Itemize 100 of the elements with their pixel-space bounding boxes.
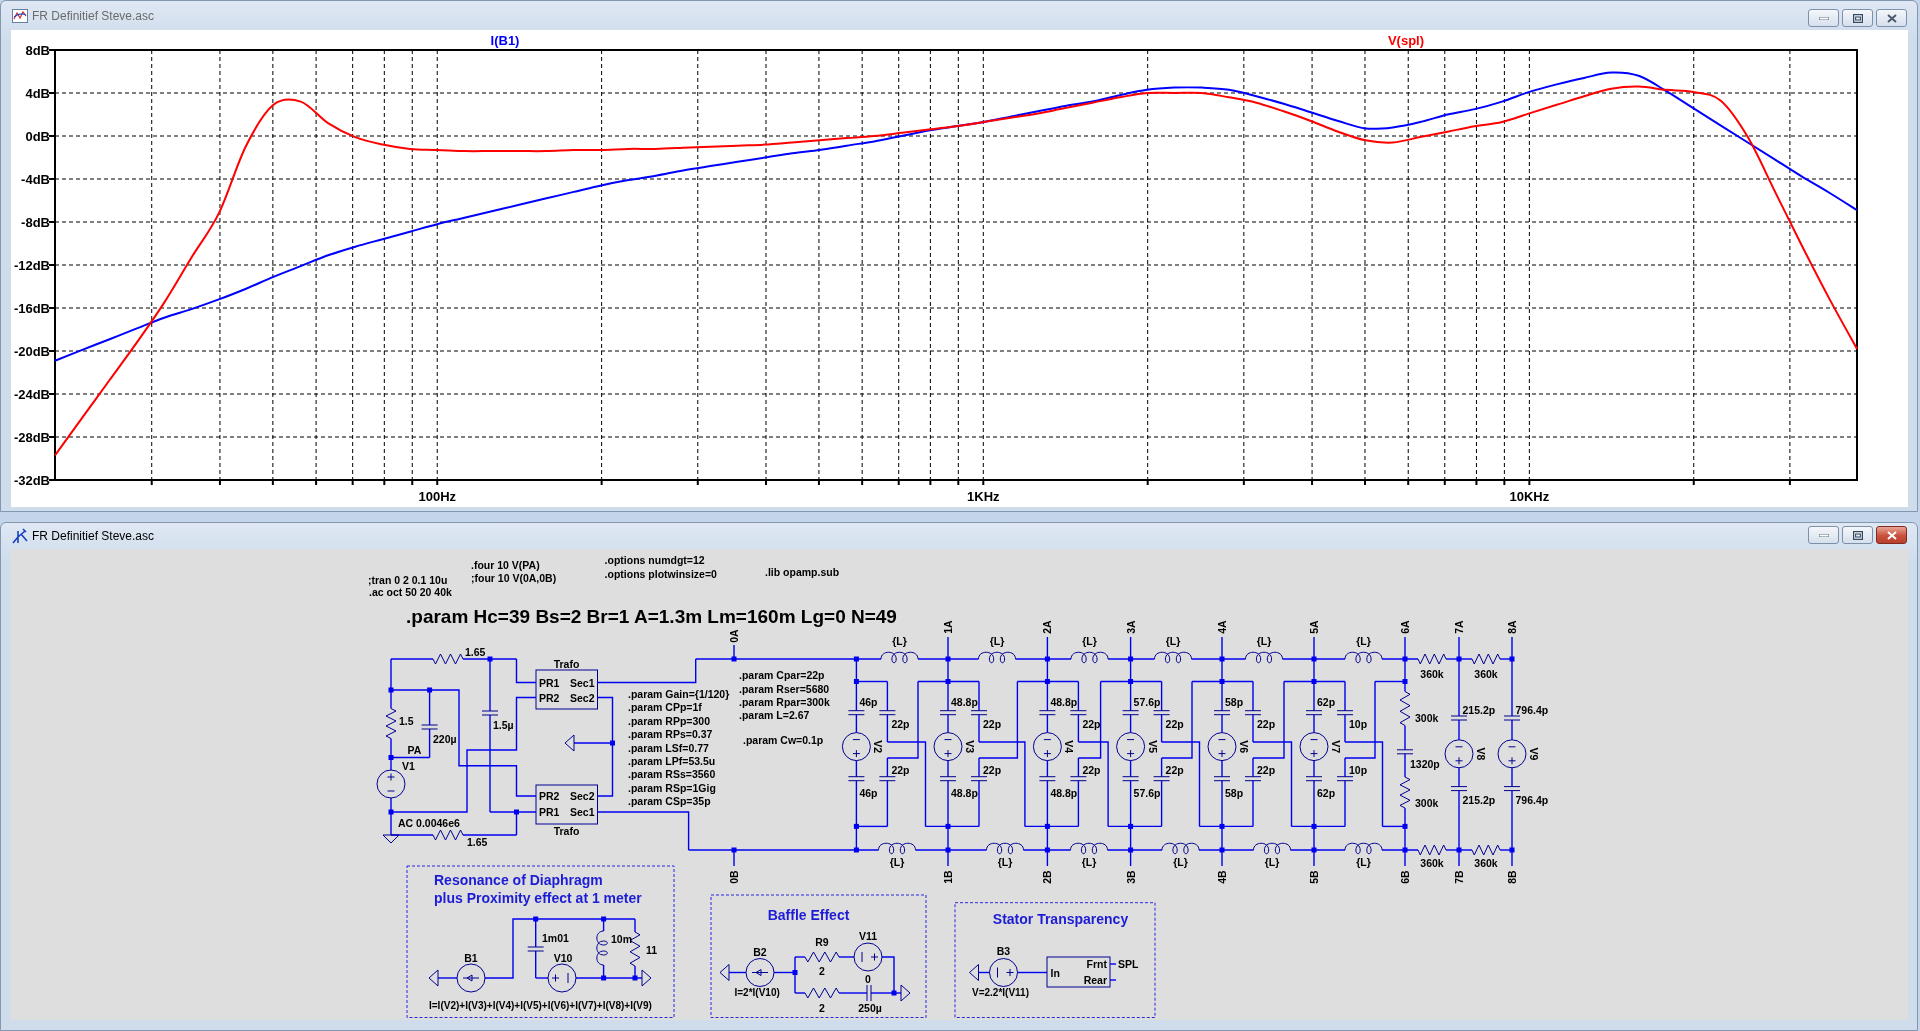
close-button[interactable]: [1876, 526, 1907, 544]
axis-tick-label: 1KHz: [967, 488, 1000, 504]
component-value: 22p: [1082, 763, 1101, 776]
capacitor-icon: [421, 724, 439, 730]
component-value: 11: [646, 944, 658, 956]
component-name: Trafo: [553, 825, 580, 837]
capacitor-icon: [970, 776, 988, 782]
capacitor-icon: [481, 710, 499, 716]
inductor-icon: [878, 842, 916, 855]
pin-label: Sec2: [569, 790, 595, 802]
wire: [1016, 971, 1048, 974]
node-label: 3B: [1124, 870, 1137, 884]
capacitor-icon: [1213, 776, 1231, 782]
spice-directive: ;four 10 V(0A,0B): [471, 571, 557, 584]
node-label: 5A: [1308, 620, 1320, 634]
component-value: 250µ: [858, 1002, 882, 1014]
component-value: 215.2p: [1462, 703, 1496, 716]
component-value: 360k: [1420, 857, 1444, 869]
node-label: 8B: [1506, 870, 1518, 884]
wire: [1129, 759, 1132, 778]
restore-button[interactable]: [1842, 9, 1873, 27]
close-icon: [1886, 530, 1897, 540]
resistor-icon: [1471, 653, 1501, 665]
voltage-source-icon: [1207, 732, 1237, 762]
component-value: 300k: [1415, 796, 1439, 809]
spice-directive: .param Rpar=300k: [739, 695, 830, 708]
component-name: V5: [1146, 740, 1159, 753]
component-name: V4: [1063, 740, 1076, 753]
component-value: 48.8p: [951, 787, 978, 799]
node-label: 6A: [1399, 620, 1411, 634]
resistor-icon: [385, 708, 397, 739]
pin-label: Rear: [1083, 974, 1107, 986]
inductor-icon: [1344, 651, 1383, 664]
window-title: FR Definitief Steve.asc: [32, 8, 155, 23]
inductor-icon: [1070, 842, 1108, 855]
capacitor-icon: [939, 710, 957, 716]
spice-directive: .param RSs=3560: [628, 768, 716, 781]
axis-tick-label: -24dB: [13, 386, 50, 402]
component-value: 57.6p: [1133, 787, 1161, 799]
close-icon: [1886, 13, 1897, 23]
wire: [977, 971, 991, 974]
axis-tick-label: 4dB: [25, 85, 50, 101]
component-value: {L}: [1256, 635, 1272, 647]
voltage-source-icon: [853, 942, 883, 972]
current-source-icon: [745, 958, 775, 987]
capacitor-icon: [1213, 710, 1231, 716]
component-value: 0: [865, 972, 871, 985]
component-value: 22p: [891, 718, 910, 730]
voltage-source-icon: [841, 732, 871, 762]
restore-button[interactable]: [1842, 526, 1873, 544]
node-label: 4B: [1216, 870, 1228, 884]
component-name: R9: [815, 936, 829, 948]
capacitor-icon: [1122, 776, 1140, 782]
component-value: 1.65: [465, 646, 486, 658]
inductor-icon: [1344, 842, 1383, 855]
spice-directive: .options numdgt=12: [604, 554, 705, 567]
restore-icon: [1852, 530, 1863, 540]
voltage-source-icon: [547, 963, 577, 993]
spice-directive: .ac oct 50 20 40k: [369, 585, 452, 598]
component-name: V3: [964, 740, 976, 753]
trace-label: I(B1): [490, 32, 520, 48]
axis-tick-label: -28dB: [13, 429, 50, 445]
voltage-source-icon: [376, 769, 406, 799]
component-name: B2: [753, 946, 767, 958]
component-name: V6: [1238, 740, 1250, 753]
comment-title: Stator Transparency: [992, 911, 1129, 927]
close-button[interactable]: [1876, 9, 1907, 27]
axis-tick-label: 10KHz: [1509, 488, 1550, 504]
component-value: 22p: [983, 763, 1002, 776]
wire: [855, 759, 858, 778]
wire: [728, 971, 747, 974]
component-value: 22p: [1165, 763, 1184, 776]
node-label: 7A: [1453, 620, 1465, 634]
spice-directive: .param RSp=1Gig: [628, 781, 716, 794]
capacitor-icon: [1244, 776, 1262, 782]
spice-directive: .param Cpar=22p: [739, 668, 825, 681]
component-value: 62p: [1317, 787, 1336, 799]
pin-label: PR1: [539, 676, 560, 689]
wire: [947, 759, 949, 778]
wire: [1313, 759, 1315, 778]
voltage-source-icon: [1299, 732, 1329, 762]
axis-tick-label: 100Hz: [418, 488, 457, 504]
capacitor-icon: [527, 946, 545, 952]
resistor-icon: [432, 653, 464, 665]
ground-icon: [900, 984, 911, 1002]
node-label: 1A: [942, 620, 954, 634]
inductor-icon: [1161, 842, 1200, 855]
component-name: V7: [1330, 740, 1342, 753]
pin-label: Sec1: [569, 806, 595, 818]
pin-label: Frnt: [1086, 958, 1107, 970]
window-title: FR Definitief Steve.asc: [32, 529, 155, 543]
transformer-block: [535, 784, 598, 825]
wire: [838, 956, 855, 958]
component-value: 10p: [1349, 763, 1368, 776]
component-value: 360k: [1474, 857, 1498, 869]
component-value: {L}: [889, 856, 905, 868]
spice-directive: .param CPp=1f: [628, 701, 702, 714]
component-value: 796.4p: [1515, 703, 1549, 716]
inductor-icon: [596, 930, 608, 966]
capacitor-icon: [1503, 786, 1521, 792]
